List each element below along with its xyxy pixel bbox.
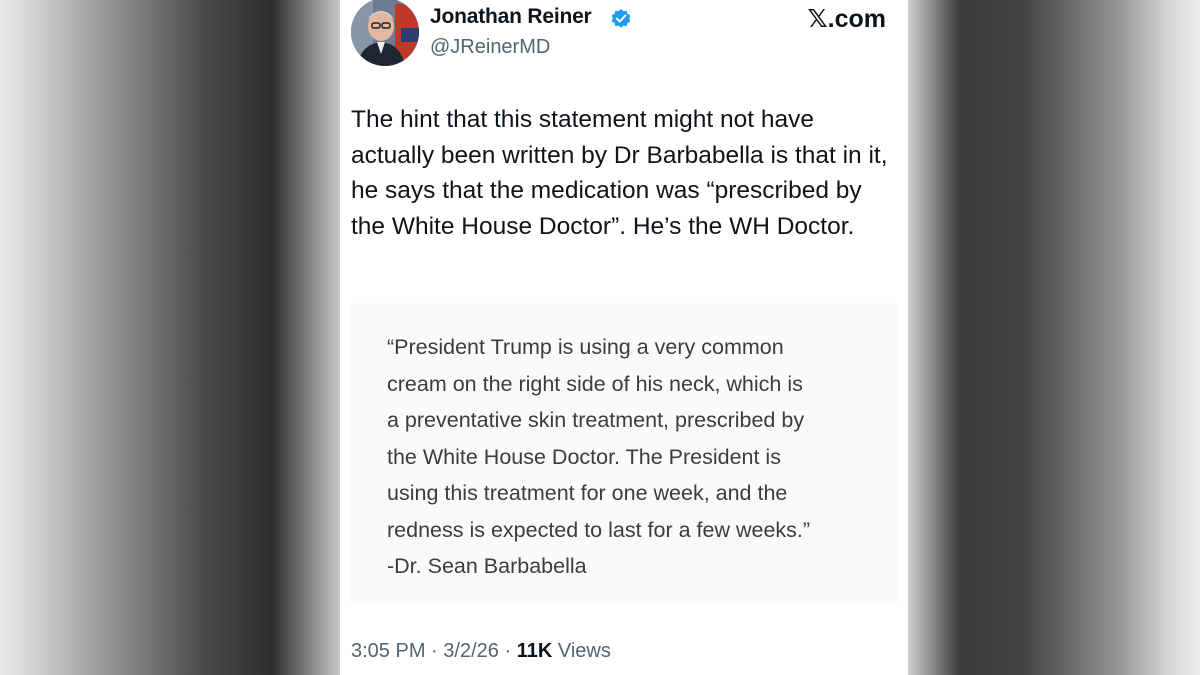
quoted-statement-image[interactable]: “President Trump is using a very common …: [351, 303, 898, 603]
views-label: Views: [557, 640, 611, 662]
views-count: 11K: [516, 640, 553, 662]
tweet-date[interactable]: 3/2/26: [443, 640, 499, 662]
tweet-metadata: 3:05 PM · 3/2/26 · 11K Views: [351, 640, 611, 663]
author-handle[interactable]: @JReinerMD: [430, 36, 550, 59]
verified-badge-icon: [611, 9, 631, 28]
tweet-body-text: The hint that this statement might not h…: [351, 106, 888, 240]
tweet-time[interactable]: 3:05 PM: [351, 640, 425, 662]
tweet-card: Jonathan Reiner @JReinerMD 𝕏.com The hin…: [340, 0, 908, 675]
x-brand-logo: 𝕏.com: [807, 5, 887, 33]
screenshot-stage: Jonathan Reiner @JReinerMD 𝕏.com The hin…: [0, 0, 1200, 675]
blurred-background-left: [0, 0, 340, 675]
meta-separator: ·: [431, 640, 438, 662]
quoted-statement-text: “President Trump is using a very common …: [387, 335, 811, 578]
author-name[interactable]: Jonathan Reiner: [430, 5, 592, 29]
avatar-image: [351, 0, 419, 66]
blurred-background-right: [908, 0, 1200, 675]
avatar[interactable]: [351, 0, 419, 66]
meta-separator: ·: [504, 640, 512, 662]
